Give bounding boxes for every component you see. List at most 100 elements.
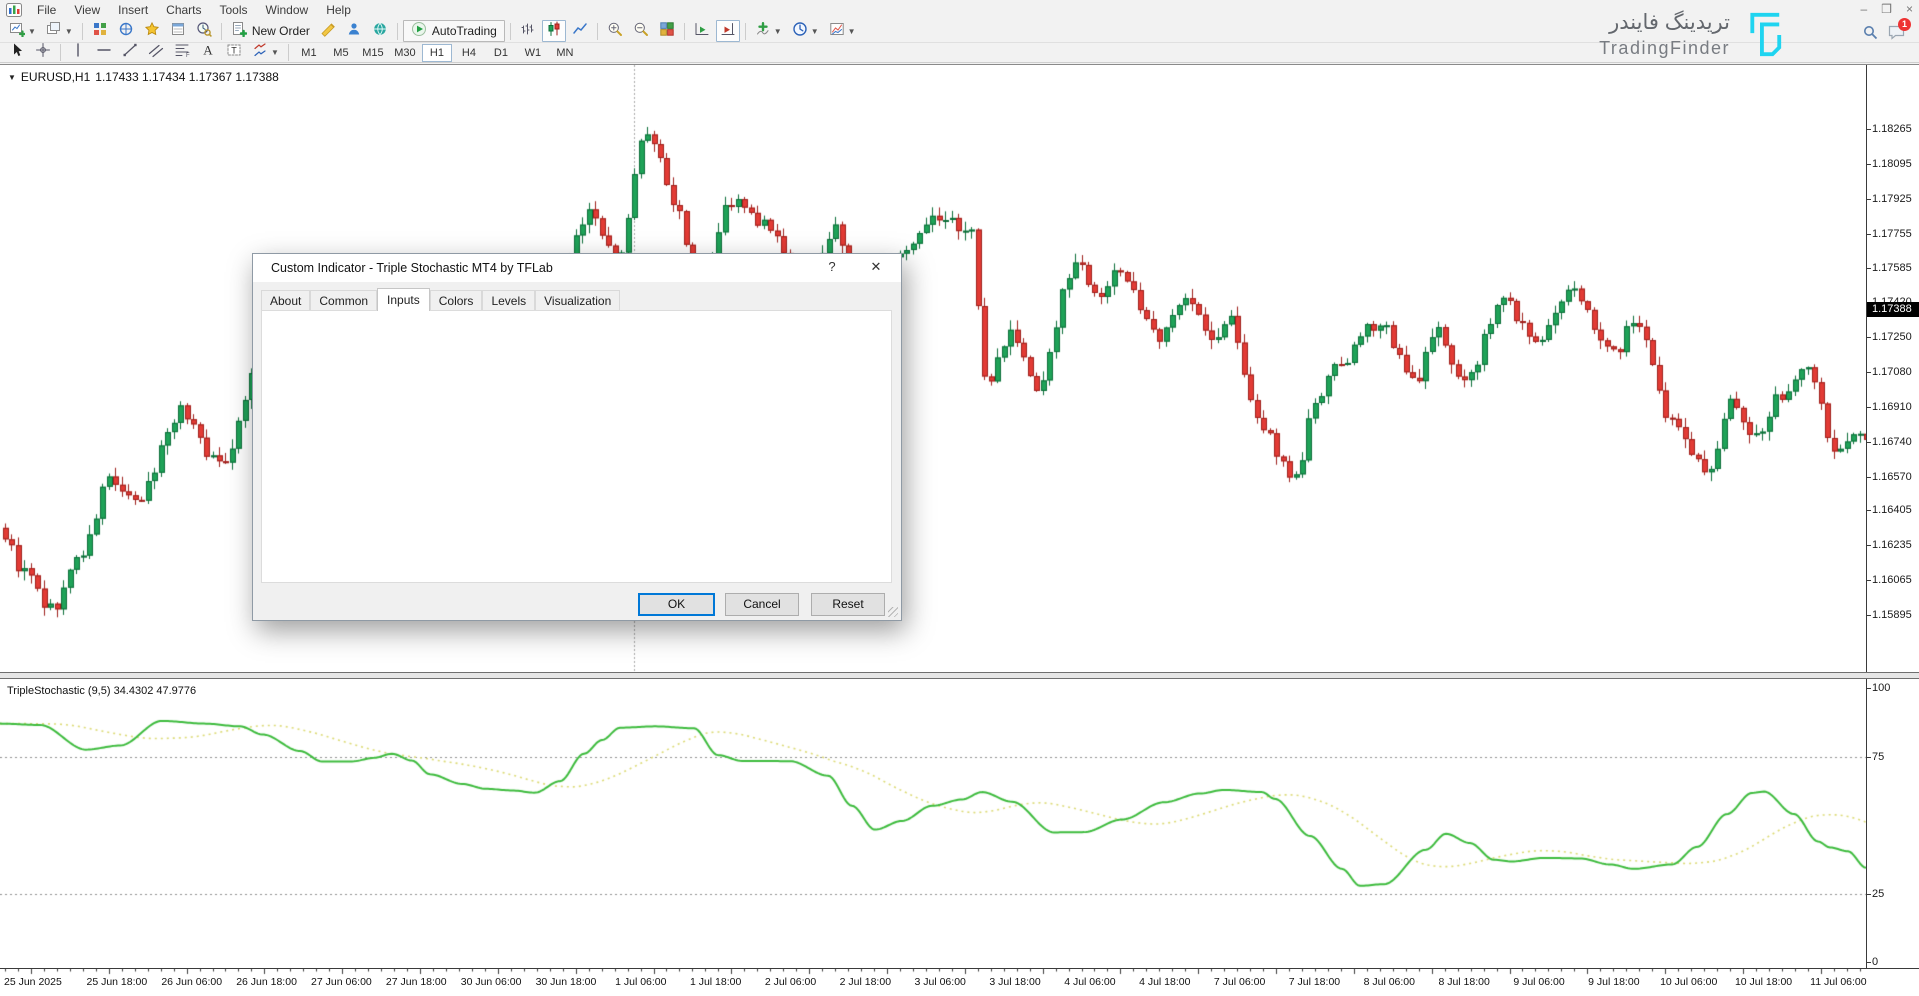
tab-levels[interactable]: Levels [482,290,535,311]
market-button[interactable] [342,20,366,42]
profiles-icon [46,21,62,42]
tab-about[interactable]: About [261,290,310,311]
timeframe-d1[interactable]: D1 [486,44,516,62]
profiles-button[interactable]: ▼ [42,20,77,42]
tab-visualization[interactable]: Visualization [535,290,620,311]
close-window-button[interactable]: × [1906,2,1913,16]
label-button[interactable]: T [222,42,246,64]
favorites-button[interactable] [140,20,164,42]
shapes-dropdown-arrow-icon[interactable]: ▼ [271,48,279,57]
price-label: 1.17925 [1872,193,1912,205]
dialog-help-button[interactable]: ? [819,259,845,277]
trendline-icon [122,42,138,63]
menu-view[interactable]: View [65,1,109,19]
auto-scroll-button[interactable] [690,20,714,42]
time-label: 9 Jul 06:00 [1513,976,1564,988]
autotrading-button[interactable]: AutoTrading [403,20,505,42]
indicator-axis[interactable]: 10075250 [1866,679,1919,968]
crosshair-button[interactable] [31,42,55,64]
timeframe-m1[interactable]: M1 [294,44,324,62]
timeframe-w1[interactable]: W1 [518,44,548,62]
menu-tools[interactable]: Tools [211,1,257,19]
timeframe-m15[interactable]: M15 [358,44,388,62]
time-label: 3 Jul 18:00 [989,976,1040,988]
dialog-resize-grip[interactable] [888,607,898,617]
dialog-title: Custom Indicator - Triple Stochastic MT4… [271,261,553,275]
panel-resize-sash[interactable] [0,672,1919,679]
tab-common[interactable]: Common [310,290,377,311]
indicator-panel[interactable]: TripleStochastic (9,5) 34.4302 47.9776 1… [0,679,1919,968]
indicators-add-dropdown-arrow-icon[interactable]: ▼ [774,27,782,36]
shapes-button[interactable]: ▼ [248,42,283,64]
tile-windows-button[interactable] [655,20,679,42]
indicator-scale-label: 75 [1872,751,1884,763]
trendline-button[interactable] [118,42,142,64]
price-label: 1.17250 [1872,331,1912,343]
channel-button[interactable] [144,42,168,64]
text-button[interactable]: A [196,42,220,64]
horizontal-line-button[interactable] [92,42,116,64]
search-icon[interactable] [1863,25,1878,45]
dialog-close-button[interactable]: ✕ [861,259,891,277]
market-watch-button[interactable] [88,20,112,42]
minimize-button[interactable]: – [1861,2,1868,16]
navigator-button[interactable] [114,20,138,42]
new-chart-button[interactable]: ▼ [5,20,40,42]
cursor-button[interactable] [5,42,29,64]
price-axis[interactable]: 1.182651.180951.179251.177551.175851.174… [1866,65,1919,673]
data-window-button[interactable] [166,20,190,42]
chart-shift-button[interactable] [716,20,740,42]
zoom-out-icon [633,21,649,42]
vertical-line-button[interactable] [66,42,90,64]
price-label: 1.16910 [1872,401,1912,413]
chart-bars-button[interactable] [516,20,540,42]
reset-button[interactable]: Reset [811,593,885,616]
chart-shift-icon [720,21,736,42]
tab-colors[interactable]: Colors [430,290,483,311]
ok-button[interactable]: OK [638,593,715,616]
new-order-button[interactable]: New Order [227,20,314,42]
menu-help[interactable]: Help [317,1,360,19]
menu-file[interactable]: File [28,1,65,19]
chart-candles-button[interactable] [542,20,566,42]
time-label: 25 Jun 2025 [4,976,62,988]
indicator-label: TripleStochastic (9,5) 34.4302 47.9776 [7,685,196,697]
timeframe-h4[interactable]: H4 [454,44,484,62]
timeframe-m30[interactable]: M30 [390,44,420,62]
timeframe-m5[interactable]: M5 [326,44,356,62]
timeframe-h1[interactable]: H1 [422,44,452,62]
menu-insert[interactable]: Insert [109,1,157,19]
time-label: 8 Jul 18:00 [1438,976,1489,988]
indicators-add-button[interactable]: ▼ [751,20,786,42]
svg-text:A: A [203,43,213,58]
profiles-dropdown-arrow-icon[interactable]: ▼ [65,27,73,36]
timeframe-mn[interactable]: MN [550,44,580,62]
menu-window[interactable]: Window [257,1,318,19]
periods-button[interactable]: ▼ [788,20,823,42]
window-controls: – ❒ × [1861,2,1913,16]
periods-dropdown-arrow-icon[interactable]: ▼ [811,27,819,36]
chart-line-button[interactable] [568,20,592,42]
indicator-canvas[interactable] [0,679,1866,968]
time-axis[interactable]: 25 Jun 202525 Jun 18:0026 Jun 06:0026 Ju… [0,968,1919,996]
templates-button[interactable]: ▼ [825,20,860,42]
templates-dropdown-arrow-icon[interactable]: ▼ [848,27,856,36]
strategy-tester-button[interactable] [192,20,216,42]
price-label: 1.18095 [1872,158,1912,170]
dialog-tab-pane [261,310,892,583]
new-chart-dropdown-arrow-icon[interactable]: ▼ [28,27,36,36]
metaeditor-button[interactable] [316,20,340,42]
signals-button[interactable] [368,20,392,42]
one-click-trading-arrow-icon[interactable]: ▼ [8,73,16,82]
fibonacci-button[interactable]: F [170,42,194,64]
zoom-in-button[interactable] [603,20,627,42]
time-label: 26 Jun 18:00 [236,976,297,988]
dialog-titlebar[interactable]: Custom Indicator - Triple Stochastic MT4… [253,254,901,282]
menu-charts[interactable]: Charts [157,1,210,19]
tab-inputs[interactable]: Inputs [377,288,430,311]
chat-icon[interactable]: 1 [1888,25,1905,45]
zoom-out-button[interactable] [629,20,653,42]
price-label: 1.18265 [1872,123,1912,135]
cancel-button[interactable]: Cancel [725,593,799,616]
restore-button[interactable]: ❒ [1881,2,1892,16]
